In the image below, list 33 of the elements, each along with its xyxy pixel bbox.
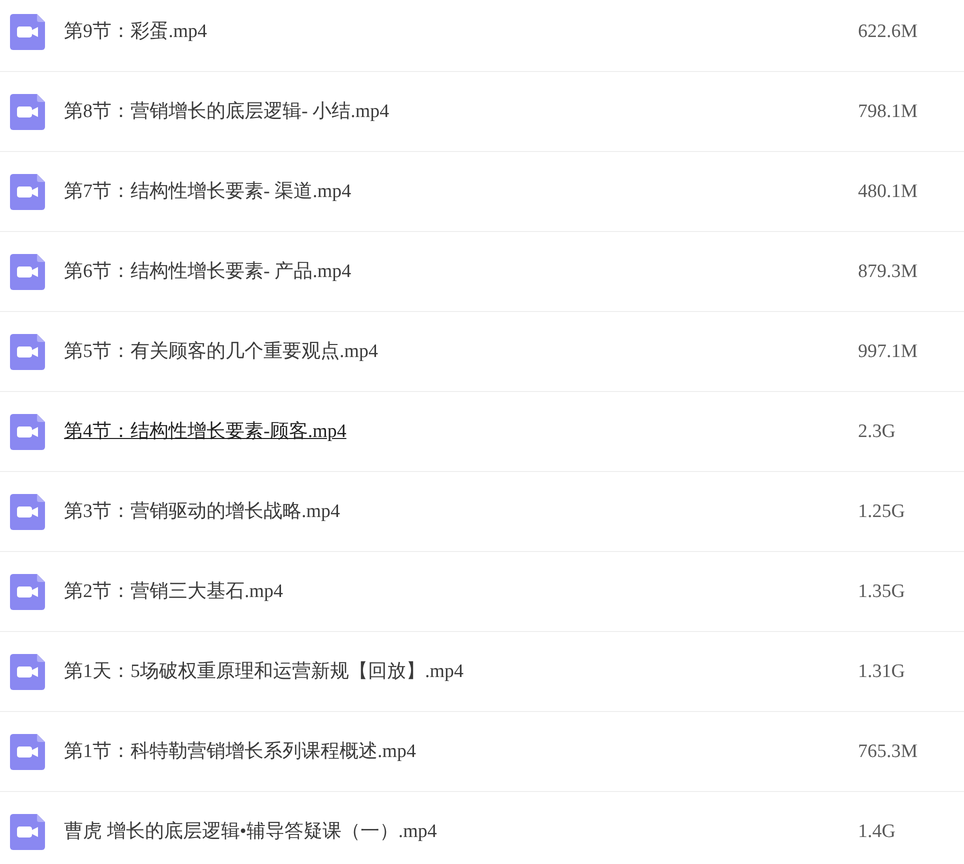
- video-file-icon: [10, 94, 45, 130]
- video-file-icon: [10, 414, 45, 450]
- file-name-link[interactable]: 第2节：营销三大基石.mp4: [64, 580, 284, 604]
- video-file-icon: [10, 254, 45, 290]
- file-size: 997.1M: [858, 340, 918, 364]
- file-name-link[interactable]: 第8节：营销增长的底层逻辑- 小结.mp4: [64, 100, 390, 124]
- file-name-link[interactable]: 第5节：有关顾客的几个重要观点.mp4: [64, 340, 378, 364]
- video-file-icon: [10, 334, 45, 370]
- file-size: 1.4G: [858, 820, 896, 844]
- file-name-link[interactable]: 第7节：结构性增长要素- 渠道.mp4: [64, 180, 352, 204]
- video-file-icon: [10, 574, 45, 610]
- file-name-link[interactable]: 第1节：科特勒营销增长系列课程概述.mp4: [64, 740, 416, 764]
- video-file-icon: [10, 174, 45, 210]
- video-file-icon: [10, 494, 45, 530]
- file-name-link[interactable]: 第6节：结构性增长要素- 产品.mp4: [64, 260, 352, 284]
- file-name-link[interactable]: 第3节：营销驱动的增长战略.mp4: [64, 500, 340, 524]
- video-file-icon: [10, 14, 45, 50]
- file-name-link[interactable]: 第4节：结构性增长要素-顾客.mp4: [64, 420, 346, 444]
- video-file-icon: [10, 654, 45, 690]
- file-size: 798.1M: [858, 100, 918, 124]
- file-size: 622.6M: [858, 20, 918, 44]
- file-size: 1.25G: [858, 500, 905, 524]
- file-name-link[interactable]: 曹虎 增长的底层逻辑•辅导答疑课（一）.mp4: [64, 820, 437, 844]
- file-size: 1.35G: [858, 580, 905, 604]
- file-name-link[interactable]: 第1天：5场破权重原理和运营新规【回放】.mp4: [64, 660, 464, 684]
- file-size: 480.1M: [858, 180, 918, 204]
- file-size: 765.3M: [858, 740, 918, 764]
- video-file-icon: [10, 814, 45, 850]
- file-size: 2.3G: [858, 420, 896, 444]
- file-name-link[interactable]: 第9节：彩蛋.mp4: [64, 20, 208, 44]
- video-file-icon: [10, 734, 45, 770]
- file-size: 879.3M: [858, 260, 918, 284]
- file-size: 1.31G: [858, 660, 905, 684]
